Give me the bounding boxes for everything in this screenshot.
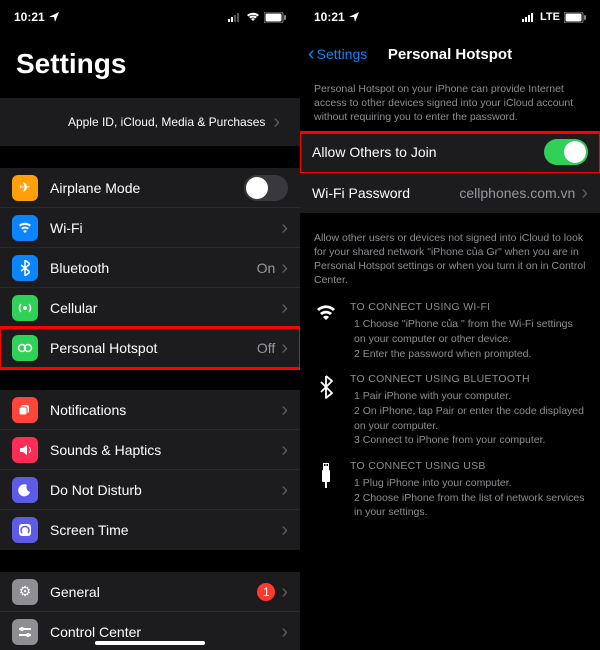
connect-bt-step3: 3 Connect to iPhone from your computer. bbox=[350, 433, 586, 448]
allow-others-label: Allow Others to Join bbox=[312, 144, 544, 160]
allow-others-switch[interactable] bbox=[544, 139, 588, 165]
airplane-switch[interactable] bbox=[244, 175, 288, 201]
wifi-password-label: Wi-Fi Password bbox=[312, 185, 459, 201]
apple-id-row[interactable]: Apple ID, iCloud, Media & Purchases › bbox=[0, 98, 300, 146]
connect-bt-step1: 1 Pair iPhone with your computer. bbox=[350, 389, 586, 404]
connect-usb-step2: 2 Choose iPhone from the list of network… bbox=[350, 491, 586, 520]
battery-icon bbox=[264, 12, 286, 23]
apple-id-label: Apple ID, iCloud, Media & Purchases bbox=[60, 115, 273, 129]
wifi-icon bbox=[314, 301, 338, 361]
chevron-left-icon: ‹ bbox=[308, 43, 315, 66]
sounds-label: Sounds & Haptics bbox=[50, 442, 281, 458]
hotspot-intro: Personal Hotspot on your iPhone can prov… bbox=[300, 74, 600, 133]
bluetooth-label: Bluetooth bbox=[50, 260, 257, 276]
chevron-right-icon: › bbox=[281, 480, 288, 500]
airplane-icon: ✈︎ bbox=[12, 175, 38, 201]
general-row[interactable]: ⚙︎ General 1 › bbox=[0, 572, 300, 612]
screentime-row[interactable]: Screen Time › bbox=[0, 510, 300, 550]
sounds-icon bbox=[12, 437, 38, 463]
chevron-right-icon: › bbox=[281, 218, 288, 238]
general-label: General bbox=[50, 584, 257, 600]
personal-hotspot-row[interactable]: Personal Hotspot Off › bbox=[0, 328, 300, 368]
chevron-right-icon: › bbox=[281, 440, 288, 460]
bluetooth-row[interactable]: Bluetooth On › bbox=[0, 248, 300, 288]
notifications-row[interactable]: Notifications › bbox=[0, 390, 300, 430]
sounds-row[interactable]: Sounds & Haptics › bbox=[0, 430, 300, 470]
connect-usb-section: TO CONNECT USING USB 1 Plug iPhone into … bbox=[300, 454, 600, 526]
back-button[interactable]: ‹ Settings bbox=[308, 43, 367, 66]
hotspot-value: Off bbox=[257, 340, 275, 356]
status-bar: 10:21 LTE bbox=[300, 0, 600, 34]
bluetooth-value: On bbox=[257, 260, 276, 276]
hotspot-icon bbox=[12, 335, 38, 361]
battery-icon bbox=[564, 12, 586, 23]
cellular-icon bbox=[12, 295, 38, 321]
wifi-status-icon bbox=[246, 12, 260, 22]
status-time: 10:21 bbox=[14, 10, 45, 24]
cellular-label: Cellular bbox=[50, 300, 281, 316]
connect-wifi-title: TO CONNECT USING WI-FI bbox=[350, 301, 586, 313]
location-icon bbox=[49, 12, 59, 22]
wifi-label: Wi-Fi bbox=[50, 220, 281, 236]
screentime-label: Screen Time bbox=[50, 522, 281, 538]
connect-wifi-step2: 2 Enter the password when prompted. bbox=[350, 347, 586, 362]
general-badge: 1 bbox=[257, 583, 275, 601]
connect-wifi-step1: 1 Choose "iPhone của " from the Wi-Fi se… bbox=[350, 317, 586, 346]
home-indicator[interactable] bbox=[95, 641, 205, 645]
hotspot-label: Personal Hotspot bbox=[50, 340, 257, 356]
wifi-password-row[interactable]: Wi-Fi Password cellphones.com.vn › bbox=[300, 173, 600, 213]
wifi-password-value: cellphones.com.vn bbox=[459, 185, 575, 201]
nav-bar: ‹ Settings Personal Hotspot bbox=[300, 34, 600, 74]
status-time: 10:21 bbox=[314, 10, 345, 24]
signal-icon bbox=[228, 12, 242, 22]
usb-icon bbox=[314, 460, 338, 520]
nav-title: Personal Hotspot bbox=[388, 46, 512, 63]
wifi-icon bbox=[12, 215, 38, 241]
bluetooth-icon bbox=[314, 373, 338, 448]
signal-icon bbox=[522, 12, 536, 22]
bluetooth-icon bbox=[12, 255, 38, 281]
chevron-right-icon: › bbox=[281, 520, 288, 540]
hotspot-screen: 10:21 LTE ‹ Settings Personal Hotspot bbox=[300, 0, 600, 650]
connect-usb-title: TO CONNECT USING USB bbox=[350, 460, 586, 472]
status-bar: 10:21 bbox=[0, 0, 300, 34]
chevron-right-icon: › bbox=[581, 183, 588, 203]
chevron-right-icon: › bbox=[273, 112, 280, 132]
screentime-icon bbox=[12, 517, 38, 543]
gear-icon: ⚙︎ bbox=[12, 579, 38, 605]
back-label: Settings bbox=[317, 46, 368, 62]
chevron-right-icon: › bbox=[281, 622, 288, 642]
notifications-label: Notifications bbox=[50, 402, 281, 418]
wifi-row[interactable]: Wi-Fi › bbox=[0, 208, 300, 248]
chevron-right-icon: › bbox=[281, 338, 288, 358]
airplane-mode-row[interactable]: ✈︎ Airplane Mode bbox=[0, 168, 300, 208]
control-center-label: Control Center bbox=[50, 624, 281, 640]
dnd-label: Do Not Disturb bbox=[50, 482, 281, 498]
connect-bt-step2: 2 On iPhone, tap Pair or enter the code … bbox=[350, 404, 586, 433]
lte-label: LTE bbox=[540, 11, 560, 23]
settings-screen: 10:21 Settings Apple ID, iCloud, bbox=[0, 0, 300, 650]
connect-wifi-section: TO CONNECT USING WI-FI 1 Choose "iPhone … bbox=[300, 295, 600, 367]
dnd-icon bbox=[12, 477, 38, 503]
chevron-right-icon: › bbox=[281, 298, 288, 318]
chevron-right-icon: › bbox=[281, 400, 288, 420]
chevron-right-icon: › bbox=[281, 582, 288, 602]
allow-others-row[interactable]: Allow Others to Join bbox=[300, 133, 600, 173]
control-center-icon bbox=[12, 619, 38, 645]
cellular-row[interactable]: Cellular › bbox=[0, 288, 300, 328]
dnd-row[interactable]: Do Not Disturb › bbox=[0, 470, 300, 510]
allow-others-desc: Allow other users or devices not signed … bbox=[300, 223, 600, 296]
notifications-icon bbox=[12, 397, 38, 423]
connect-usb-step1: 1 Plug iPhone into your computer. bbox=[350, 476, 586, 491]
airplane-label: Airplane Mode bbox=[50, 180, 244, 196]
page-title: Settings bbox=[0, 34, 300, 94]
connect-bt-section: TO CONNECT USING BLUETOOTH 1 Pair iPhone… bbox=[300, 367, 600, 454]
connect-bt-title: TO CONNECT USING BLUETOOTH bbox=[350, 373, 586, 385]
location-icon bbox=[349, 12, 359, 22]
chevron-right-icon: › bbox=[281, 258, 288, 278]
